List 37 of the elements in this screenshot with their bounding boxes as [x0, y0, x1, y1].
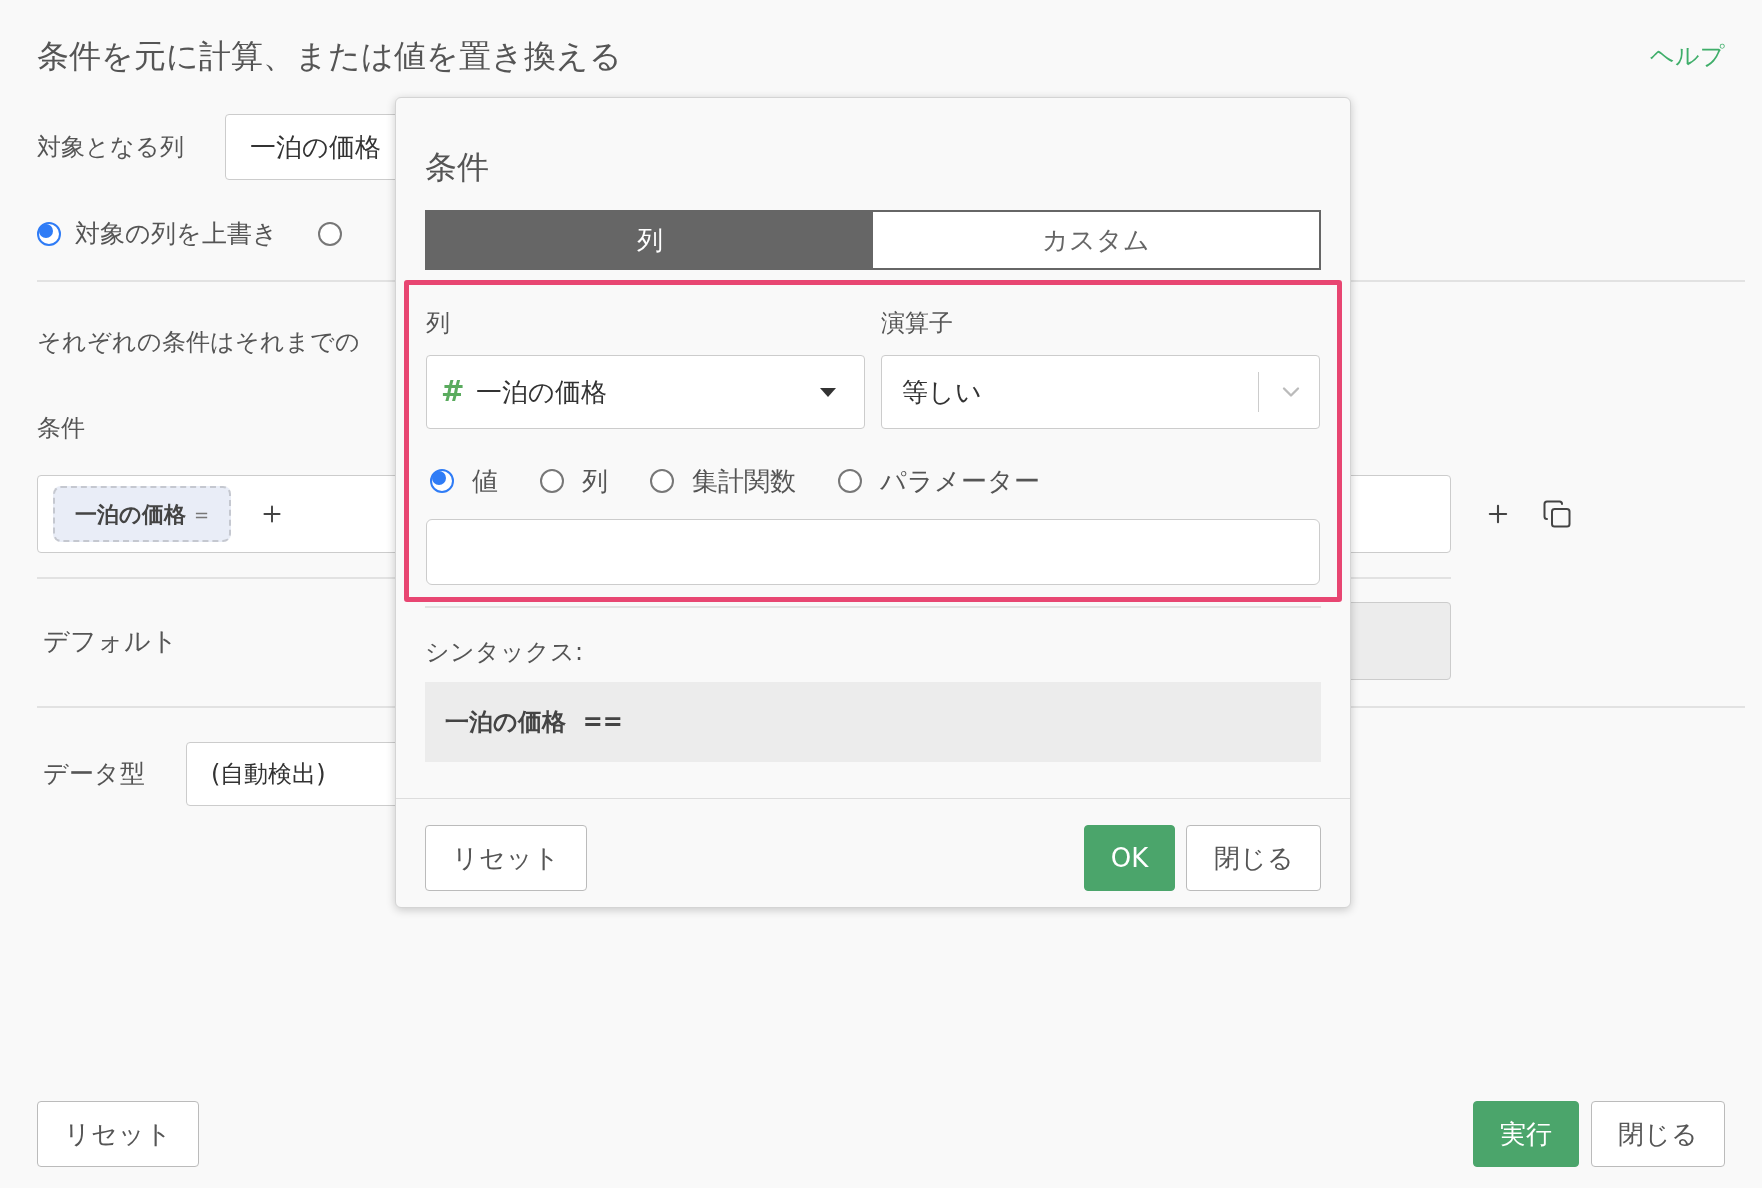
field-label: デフォルト	[43, 624, 178, 658]
field-label: 対象となる列	[37, 132, 185, 163]
radio-button[interactable]	[650, 469, 674, 493]
radio-label: 対象の列を上書き	[75, 218, 278, 251]
operator-select[interactable]: 等しい	[881, 355, 1320, 429]
radio-label: 値	[472, 464, 498, 498]
select-value: 等しい	[902, 375, 983, 409]
field-label: 演算子	[881, 308, 954, 339]
tab[interactable]: カスタム	[873, 212, 1319, 268]
syntax-preview: 一泊の価格 ==	[425, 682, 1321, 762]
radio-button[interactable]	[540, 469, 564, 493]
dialog-title: 条件	[425, 147, 490, 188]
page-title: 条件を元に計算、または値を置き換える	[37, 36, 622, 77]
section-label: 条件	[37, 413, 85, 444]
button[interactable]: 閉じる	[1186, 825, 1321, 891]
button[interactable]: リセット	[425, 825, 587, 891]
field-label: データ型	[43, 758, 146, 791]
radio-button[interactable]	[318, 222, 342, 246]
button[interactable]: 閉じる	[1591, 1101, 1725, 1167]
dropdown-caret-icon	[820, 387, 836, 397]
radio-button[interactable]	[430, 469, 454, 493]
value-input-field[interactable]	[426, 519, 1320, 585]
syntax-label: シンタックス:	[425, 637, 585, 668]
radio-button[interactable]	[37, 222, 61, 246]
radio-label: 集計関数	[692, 464, 796, 498]
select-value: 一泊の価格	[476, 375, 609, 409]
button[interactable]: リセット	[37, 1101, 199, 1167]
radio-label: 列	[582, 464, 608, 498]
radio-label: パラメーター	[880, 464, 1040, 498]
description-text: それぞれの条件はそれまでの	[37, 327, 360, 358]
radio-button[interactable]	[838, 469, 862, 493]
type-symbol: #	[441, 374, 465, 410]
condition-chip[interactable]: 一泊の価格 =	[53, 486, 232, 542]
copy-icon[interactable]	[1542, 499, 1572, 529]
field-label: 列	[426, 308, 451, 339]
tab[interactable]: 列	[427, 212, 873, 268]
column-select[interactable]: # 一泊の価格	[426, 355, 865, 429]
